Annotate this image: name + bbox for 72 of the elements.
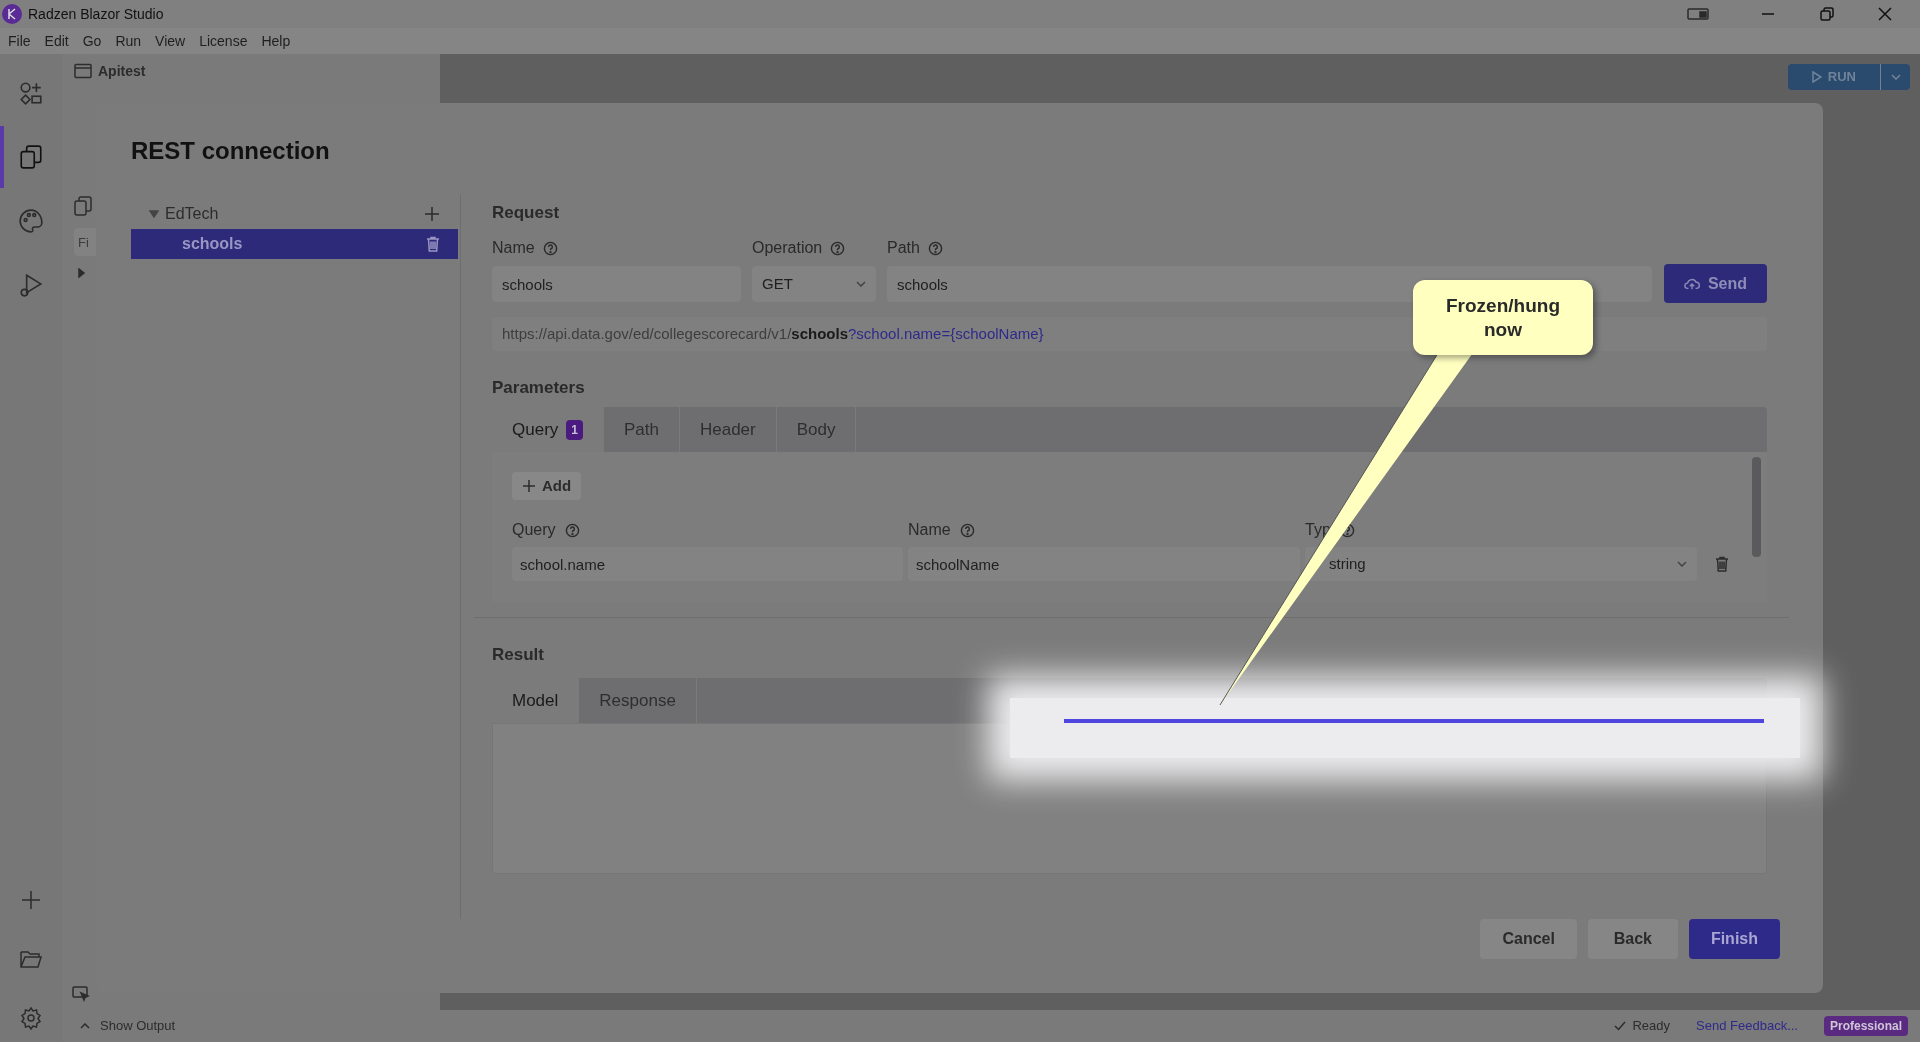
help-icon <box>927 240 943 256</box>
annotation-tooltip: Frozen/hung now <box>1413 280 1593 355</box>
trash-icon <box>426 236 440 252</box>
tab[interactable]: Model <box>492 678 580 723</box>
section-heading: Result <box>492 644 545 666</box>
input-field[interactable]: schoolName <box>908 547 1300 581</box>
menu-item[interactable]: Go <box>82 30 102 52</box>
send-button[interactable]: Send <box>1664 264 1767 303</box>
menu-item[interactable]: License <box>199 30 248 52</box>
chevron-down-icon <box>856 281 866 287</box>
feedback-link[interactable]: Send Feedback... <box>1696 1016 1798 1036</box>
help-icon <box>542 240 558 256</box>
section-heading: Parameters <box>492 377 586 399</box>
input-field[interactable]: schools <box>492 266 741 302</box>
dialog-title: REST connection <box>131 136 331 165</box>
dialog-button[interactable]: Back <box>1587 919 1678 959</box>
section-heading: Request <box>492 202 561 224</box>
chevron-down-icon <box>1677 561 1687 567</box>
count-badge: 1 <box>566 419 583 440</box>
plus-icon <box>522 479 536 493</box>
type-select[interactable]: string <box>1305 547 1697 581</box>
operation-select[interactable]: GET <box>752 266 876 302</box>
folder-icon[interactable] <box>19 948 43 970</box>
plus-icon[interactable] <box>19 888 43 912</box>
caret-icon[interactable] <box>149 210 159 218</box>
check-icon <box>1614 1021 1627 1031</box>
menu-item[interactable]: View <box>155 30 186 52</box>
active-indicator <box>0 126 4 188</box>
shapes-icon[interactable] <box>18 80 44 106</box>
scrollbar-thumb[interactable] <box>1752 457 1761 557</box>
status-text: Ready <box>1632 1017 1671 1036</box>
tree-item[interactable]: EdTech <box>131 199 458 229</box>
show-output-link[interactable]: Show Output <box>100 1016 176 1036</box>
settings-icon[interactable] <box>19 1006 43 1030</box>
field-label: Path <box>887 238 920 258</box>
window-layout-icon[interactable] <box>1687 7 1709 21</box>
license-badge: Professional <box>1823 1016 1908 1036</box>
tab[interactable]: Query 1 <box>492 407 604 452</box>
copy-icon[interactable] <box>18 144 44 170</box>
project-title: Apitest <box>98 61 146 81</box>
help-icon <box>830 240 846 256</box>
tree-item[interactable]: schools <box>131 229 458 259</box>
restore-icon[interactable] <box>1820 7 1834 21</box>
menu-item[interactable]: File <box>8 30 31 52</box>
menu-item[interactable]: Help <box>261 30 291 52</box>
menu-item[interactable]: Edit <box>44 30 69 52</box>
dialog-button[interactable]: Finish <box>1688 919 1780 959</box>
close-icon[interactable] <box>1878 7 1892 21</box>
input-field[interactable]: school.name <box>512 547 903 581</box>
chevron-down-icon <box>1890 74 1901 80</box>
play-icon <box>1811 71 1822 83</box>
plus-icon[interactable] <box>424 206 440 222</box>
column-label: Name <box>908 520 951 540</box>
chevron-up-icon <box>80 1023 90 1029</box>
add-button[interactable]: Add <box>512 472 582 500</box>
cloud-upload-icon <box>1683 276 1700 291</box>
run-debug-icon[interactable] <box>18 272 44 298</box>
menu-item[interactable]: Run <box>115 30 142 52</box>
window-icon <box>74 63 92 79</box>
copy-icon <box>74 196 92 216</box>
column-label: Query <box>512 520 556 540</box>
app-logo-icon <box>2 4 22 24</box>
window-title: Radzen Blazor Studio <box>28 4 164 24</box>
help-icon <box>564 522 580 538</box>
palette-icon[interactable] <box>18 208 44 234</box>
select-icon[interactable] <box>72 986 90 1002</box>
field-label: Operation <box>752 238 823 258</box>
dialog-button[interactable]: Cancel <box>1480 919 1577 959</box>
field-label: Name <box>492 238 535 258</box>
help-icon <box>959 522 975 538</box>
chevron-right-icon[interactable] <box>78 268 86 278</box>
trash-icon[interactable] <box>1715 556 1729 572</box>
